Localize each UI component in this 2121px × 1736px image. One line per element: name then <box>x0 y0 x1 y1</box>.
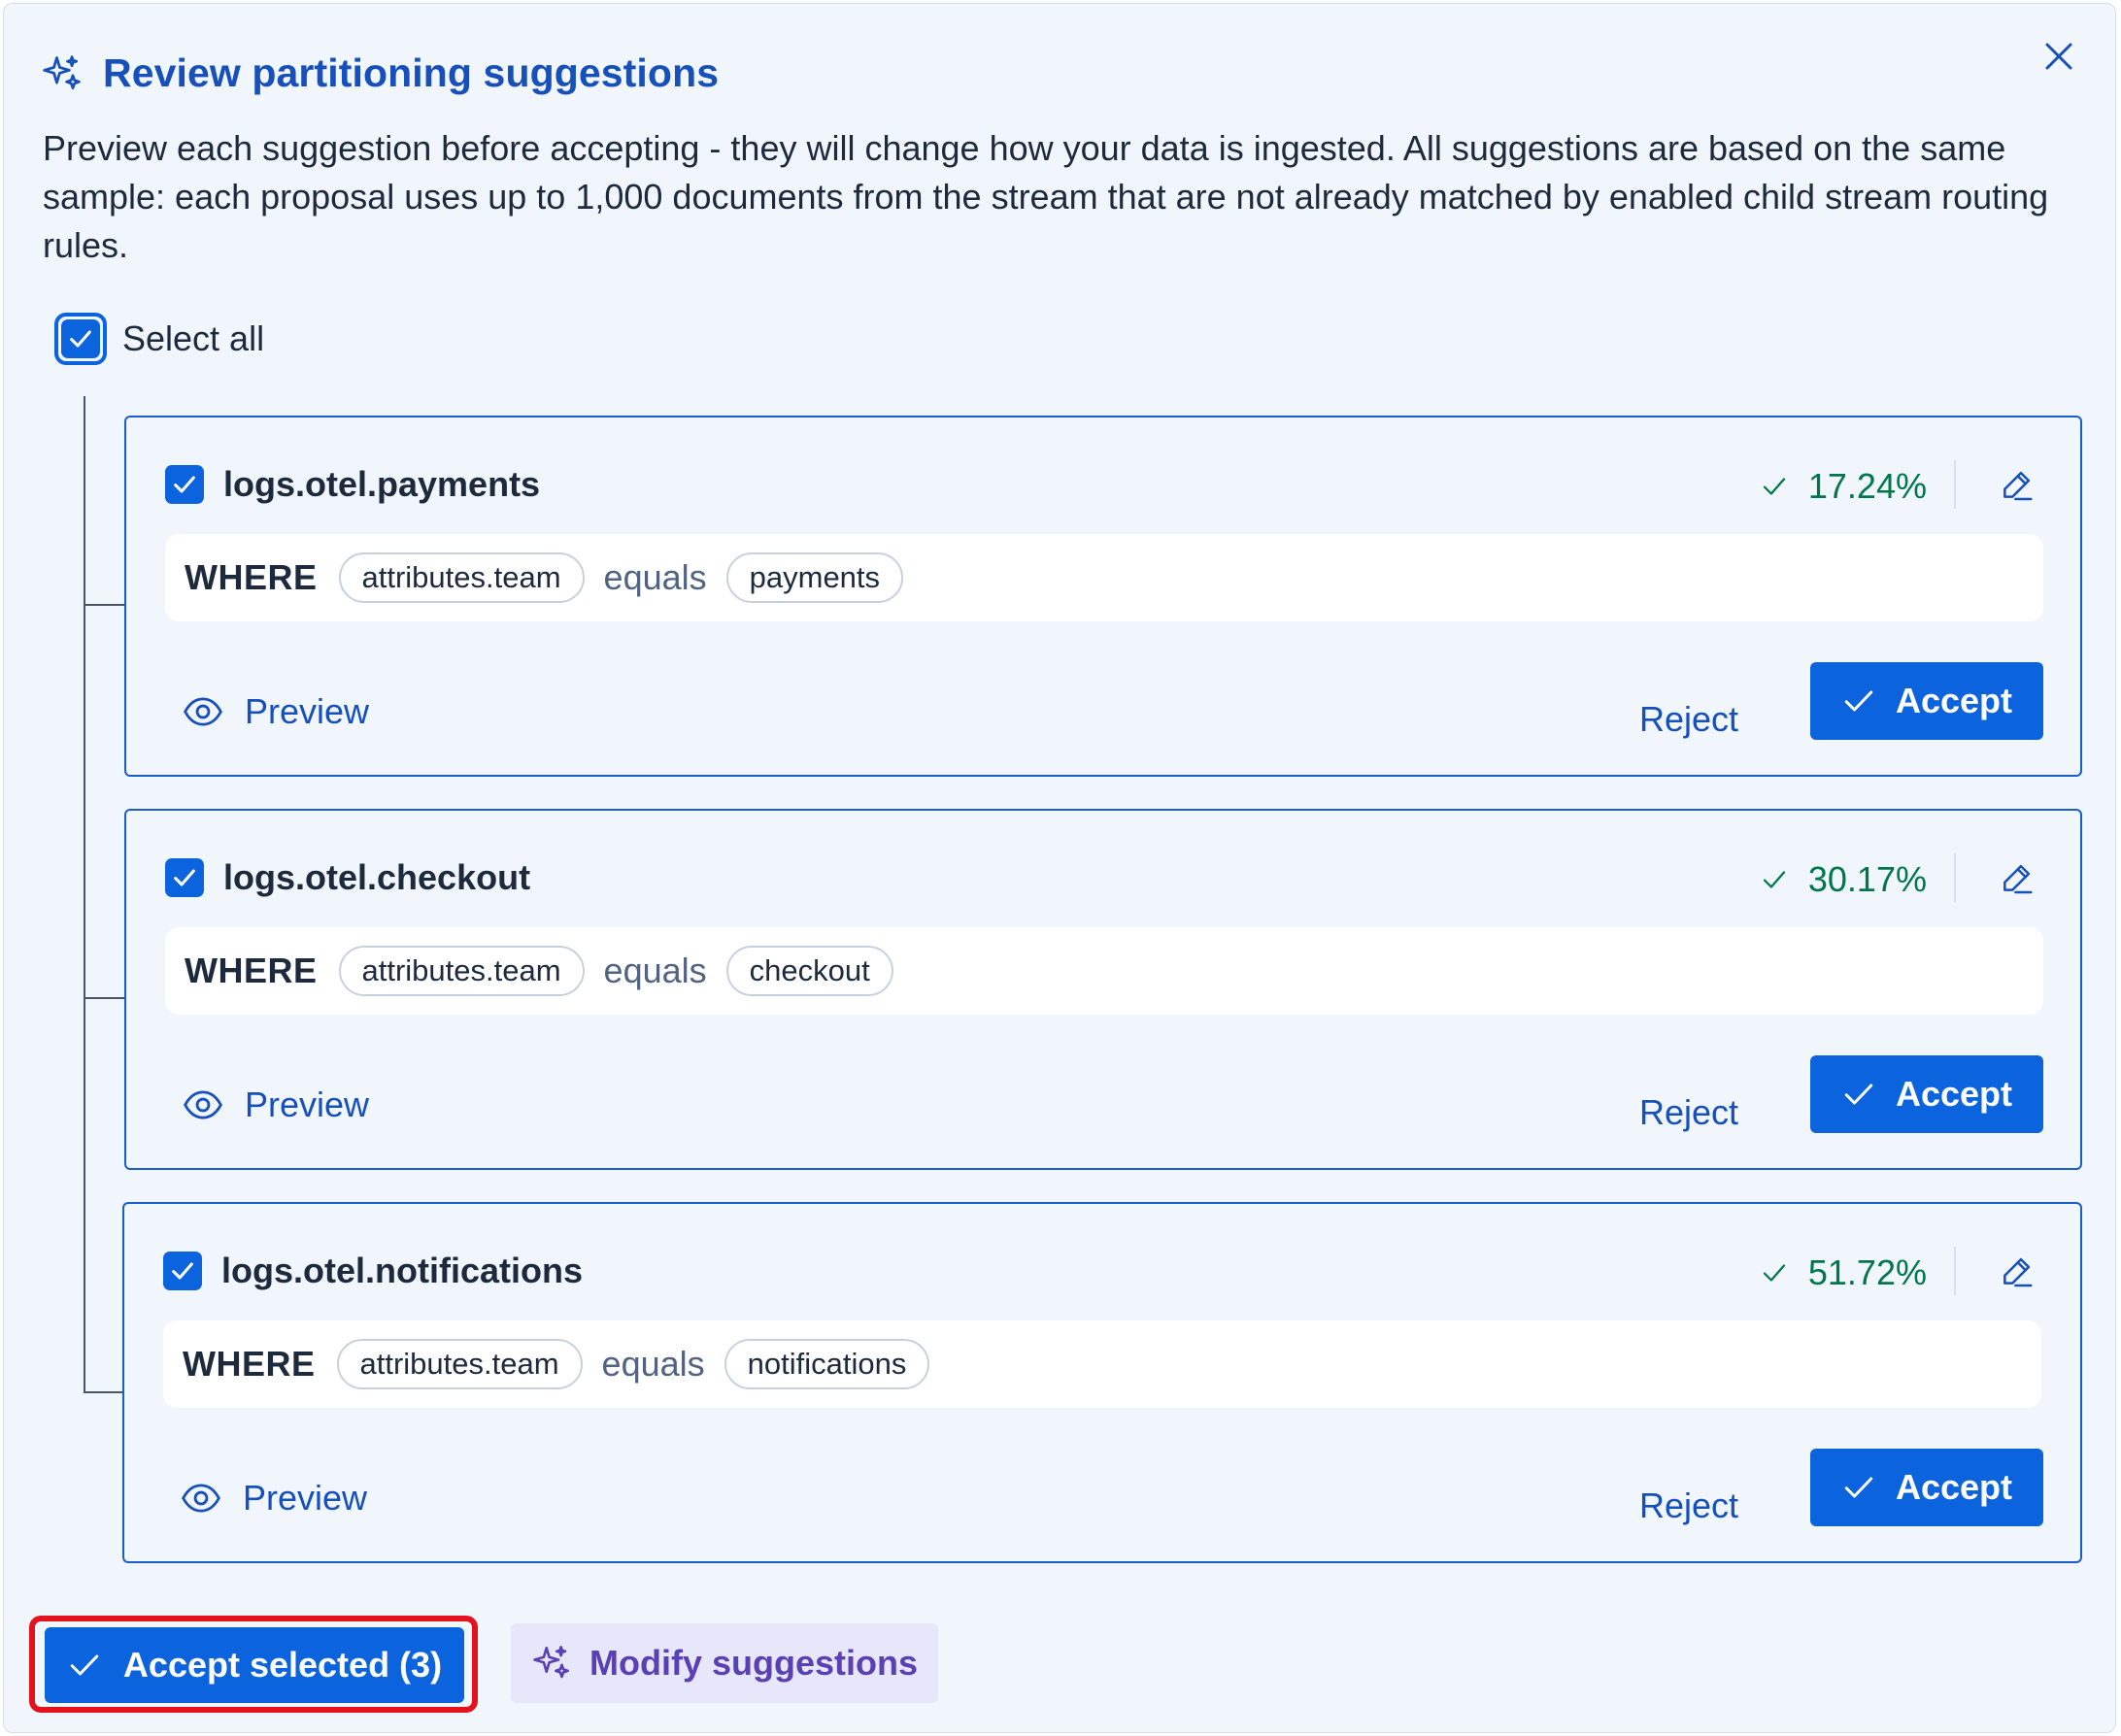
pencil-icon[interactable] <box>1999 859 2036 896</box>
preview-button[interactable]: Preview <box>183 1085 369 1125</box>
suggestion-checkbox[interactable] <box>165 465 204 504</box>
reject-button[interactable]: Reject <box>1639 699 1738 740</box>
suggestion-header: logs.otel.checkout <box>165 857 530 898</box>
suggestion-name: logs.otel.notifications <box>221 1251 584 1290</box>
check-icon <box>1763 478 1786 495</box>
suggestions-flyout: Review partitioning suggestions Preview … <box>3 3 2116 1733</box>
accept-button[interactable]: Accept <box>1810 1055 2043 1133</box>
select-all-label: Select all <box>122 318 265 358</box>
preview-label: Preview <box>243 1478 368 1518</box>
pencil-icon[interactable] <box>1999 1252 2036 1289</box>
check-icon <box>1844 1084 1873 1105</box>
accept-label: Accept <box>1895 681 2013 720</box>
suggestion-name: logs.otel.payments <box>223 464 541 504</box>
match-percentage: 30.17% <box>1760 859 1927 900</box>
close-icon[interactable] <box>2041 39 2076 74</box>
condition-keyword: WHERE <box>185 951 318 990</box>
suggestion-checkbox[interactable] <box>165 858 204 897</box>
condition-keyword: WHERE <box>183 1344 316 1384</box>
pencil-icon[interactable] <box>1999 466 2036 503</box>
percentage-value: 51.72% <box>1807 1252 1927 1292</box>
sparkles-icon <box>533 1646 569 1679</box>
condition-operator: equals <box>601 1344 705 1384</box>
accept-button[interactable]: Accept <box>1810 1449 2043 1526</box>
accept-selected-button[interactable]: Accept selected (3) <box>45 1627 464 1703</box>
check-icon <box>70 1654 99 1676</box>
tree-branch <box>84 604 126 606</box>
accept-label: Accept <box>1895 1467 2013 1507</box>
select-all-checkbox[interactable] <box>54 313 107 365</box>
tree-branch <box>84 997 126 999</box>
reject-button[interactable]: Reject <box>1639 1486 1738 1526</box>
condition-field: attributes.team <box>338 552 585 603</box>
suggestion-card: logs.otel.payments 17.24% WHERE attribut… <box>124 416 2082 777</box>
condition-operator: equals <box>603 557 707 597</box>
condition-row: WHERE attributes.team equals payments <box>165 534 2043 621</box>
modify-suggestions-button[interactable]: Modify suggestions <box>511 1623 938 1703</box>
percentage-value: 17.24% <box>1807 466 1927 506</box>
suggestion-header: logs.otel.notifications <box>163 1251 583 1291</box>
check-icon <box>70 330 91 348</box>
check-icon <box>174 869 195 886</box>
condition-keyword: WHERE <box>185 557 318 597</box>
check-icon <box>1763 1264 1786 1282</box>
condition-operator: equals <box>603 951 707 990</box>
condition-value: checkout <box>725 946 893 996</box>
select-all-checkbox-row[interactable]: Select all <box>54 313 264 365</box>
reject-button[interactable]: Reject <box>1639 1092 1738 1133</box>
preview-label: Preview <box>245 691 370 731</box>
accept-selected-label: Accept selected (3) <box>122 1645 443 1685</box>
preview-button[interactable]: Preview <box>181 1478 367 1519</box>
suggestion-card: logs.otel.checkout 30.17% WHERE attribut… <box>124 809 2082 1170</box>
condition-row: WHERE attributes.team equals notificatio… <box>163 1320 2041 1408</box>
flyout-title: Review partitioning suggestions <box>103 50 720 95</box>
tree-connector <box>84 396 85 1393</box>
preview-button[interactable]: Preview <box>183 691 369 732</box>
match-percentage: 51.72% <box>1760 1252 1927 1293</box>
condition-field: attributes.team <box>338 946 585 996</box>
flyout-description: Preview each suggestion before accepting… <box>43 128 2049 265</box>
tree-branch <box>84 1391 126 1393</box>
eye-icon <box>182 1484 220 1513</box>
divider <box>1954 853 1956 902</box>
condition-field: attributes.team <box>336 1339 583 1389</box>
modify-suggestions-label: Modify suggestions <box>589 1643 918 1683</box>
match-percentage: 17.24% <box>1760 466 1927 507</box>
accept-label: Accept <box>1895 1074 2013 1114</box>
check-icon <box>174 476 195 493</box>
preview-label: Preview <box>245 1085 370 1124</box>
percentage-value: 30.17% <box>1807 859 1927 899</box>
condition-value: notifications <box>724 1339 930 1389</box>
sparkles-icon <box>43 54 81 89</box>
suggestion-checkbox[interactable] <box>163 1252 202 1290</box>
eye-icon <box>184 697 222 726</box>
check-icon <box>1844 1477 1873 1498</box>
divider <box>1954 1247 1956 1295</box>
suggestion-card: logs.otel.notifications 51.72% WHERE att… <box>122 1202 2082 1563</box>
condition-row: WHERE attributes.team equals checkout <box>165 927 2043 1015</box>
accept-button[interactable]: Accept <box>1810 662 2043 740</box>
check-icon <box>1763 871 1786 888</box>
eye-icon <box>184 1090 222 1119</box>
divider <box>1954 460 1956 509</box>
condition-value: payments <box>725 552 904 603</box>
check-icon <box>1844 690 1873 712</box>
suggestion-name: logs.otel.checkout <box>223 857 531 897</box>
suggestion-header: logs.otel.payments <box>165 464 540 505</box>
check-icon <box>172 1262 193 1280</box>
flyout-header: Review partitioning suggestions <box>41 50 719 96</box>
